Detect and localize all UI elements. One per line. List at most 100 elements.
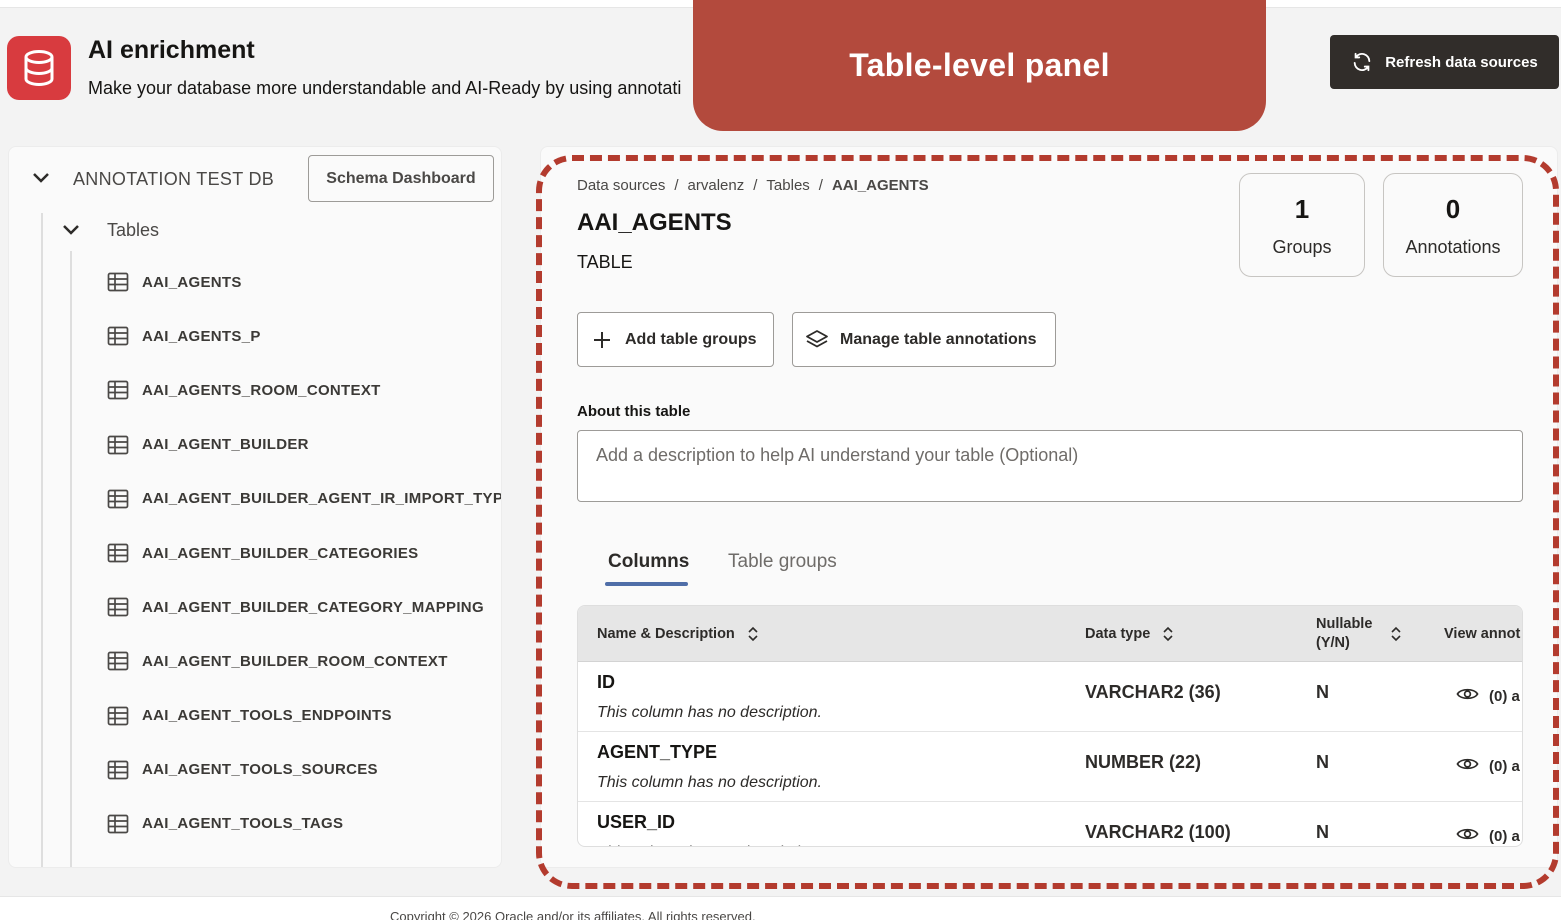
- table-icon: [107, 760, 129, 780]
- sidebar-table-item[interactable]: AAI_AGENTS_P: [107, 309, 501, 363]
- header-data-type[interactable]: Data type: [1085, 606, 1174, 662]
- sidebar-table-label: AAI_AGENT_BUILDER_ROOM_CONTEXT: [142, 652, 448, 670]
- table-icon: [107, 651, 129, 671]
- sidebar-table-label: AAI_AGENTS_P: [142, 327, 261, 345]
- column-nullable: N: [1316, 752, 1329, 772]
- table-icon: [107, 326, 129, 346]
- sidebar-table-label: AAI_AGENT_TOOLS_TAGS: [142, 815, 344, 833]
- sort-icon: [1163, 626, 1173, 642]
- table-icon: [107, 597, 129, 617]
- sidebar-table-label: AAI_AGENT_BUILDER_AGENT_IR_IMPORT_TYP: [142, 490, 502, 508]
- schema-dashboard-button[interactable]: Schema Dashboard: [308, 155, 494, 202]
- breadcrumb-current: AAI_AGENTS: [831, 177, 929, 194]
- column-nullable: N: [1316, 822, 1329, 842]
- header-view-annotations[interactable]: View annot: [1444, 606, 1520, 662]
- layers-icon: [806, 329, 828, 347]
- annotation-count: (0) a: [1489, 687, 1520, 705]
- annotation-count: (0) a: [1489, 757, 1520, 775]
- refresh-icon: [1353, 52, 1371, 72]
- table-icon: [107, 543, 129, 563]
- header-nullable-line1: Nullable: [1316, 616, 1373, 632]
- table-icon: [107, 706, 129, 726]
- page-title: AI enrichment: [88, 36, 255, 64]
- tree-guide: [70, 251, 72, 867]
- schema-tree-panel: ANNOTATION TEST DB Schema Dashboard Tabl…: [8, 146, 502, 868]
- header-name-description[interactable]: Name & Description: [597, 606, 759, 662]
- sidebar-table-item[interactable]: AAI_AGENT_BUILDER_CATEGORY_MAPPING: [107, 580, 501, 634]
- view-annotations-link[interactable]: (0) a: [1456, 826, 1520, 846]
- refresh-data-sources-button[interactable]: Refresh data sources: [1330, 35, 1559, 89]
- table-list: AAI_AGENTS AAI_AGENTS_P AAI_AGENTS_ROOM_CO…: [107, 255, 502, 867]
- sidebar-table-label: AAI_AGENTS: [142, 273, 242, 291]
- table-row[interactable]: AGENT_TYPE This column has no description…: [578, 732, 1522, 802]
- view-annotations-link[interactable]: (0) a: [1456, 686, 1520, 706]
- table-description-input[interactable]: [577, 430, 1523, 502]
- sidebar-table-item[interactable]: AAI_AGENT_TOOLS_ENDPOINTS: [107, 689, 501, 743]
- annotations-stat-card[interactable]: 0 Annotations: [1383, 173, 1523, 277]
- column-nullable: N: [1316, 682, 1329, 702]
- database-icon: [7, 36, 71, 100]
- about-table-label: About this table: [577, 403, 691, 420]
- chevron-down-icon[interactable]: [61, 223, 81, 237]
- sidebar-table-item[interactable]: AAI_AGENT_TOOLS_SOURCES: [107, 743, 501, 797]
- eye-icon: [1456, 826, 1479, 846]
- header-type-label: Data type: [1085, 626, 1151, 642]
- groups-stat-card[interactable]: 1 Groups: [1239, 173, 1365, 277]
- table-type: TABLE: [577, 252, 633, 272]
- grid-header: Name & Description Data type Nullable (Y/…: [578, 606, 1522, 662]
- table-row[interactable]: ID This column has no description. VARCHAR…: [578, 662, 1522, 732]
- breadcrumb-tables[interactable]: Tables: [766, 177, 809, 194]
- annotations-count: 0: [1445, 194, 1461, 224]
- column-name: AGENT_TYPE: [597, 742, 718, 762]
- sidebar-table-item[interactable]: AAI_AGENTS: [107, 255, 501, 309]
- header-nullable-line2: (Y/N): [1316, 635, 1350, 651]
- sidebar-table-label: AAI_AGENT_BUILDER_CATEGORIES: [142, 544, 419, 562]
- sidebar-table-item[interactable]: AAI_AGENT_BUILDER_ROOM_CONTEXT: [107, 634, 501, 688]
- footer: Copyright © 2026 Oracle and/or its affil…: [0, 896, 1561, 920]
- header-nullable[interactable]: Nullable (Y/N): [1316, 606, 1402, 662]
- table-detail-panel: Data sources / arvalenz / Tables / AAI_AGENTS …: [540, 146, 1558, 868]
- column-description: This column has no description.: [597, 774, 822, 791]
- table-title: AAI_AGENTS: [577, 209, 732, 236]
- sidebar-table-label: AAI_AGENT_TOOLS_ENDPOINTS: [142, 707, 392, 725]
- sort-icon: [1391, 626, 1401, 642]
- view-annotations-link[interactable]: (0) a: [1456, 756, 1520, 776]
- tables-node-label[interactable]: Tables: [107, 220, 159, 241]
- tab-columns[interactable]: Columns: [608, 551, 689, 573]
- callout-label: Table-level panel: [849, 47, 1110, 83]
- columns-grid: Name & Description Data type Nullable (Y/…: [577, 605, 1523, 847]
- chevron-down-icon[interactable]: [31, 171, 51, 185]
- column-description: This column has no description.: [597, 844, 822, 846]
- column-description: This column has no description.: [597, 704, 822, 721]
- groups-count: 1: [1294, 194, 1310, 224]
- breadcrumb: Data sources / arvalenz / Tables / AAI_AGENTS: [577, 177, 929, 194]
- table-icon: [107, 814, 129, 834]
- column-data-type: NUMBER (22): [1085, 752, 1202, 772]
- manage-annotations-label: Manage table annotations: [840, 330, 1037, 348]
- tab-table-groups[interactable]: Table groups: [728, 551, 837, 573]
- add-table-groups-label: Add table groups: [625, 330, 757, 348]
- annotations-label: Annotations: [1405, 237, 1501, 257]
- sidebar-table-label: AAI_AGENTS_ROOM_CONTEXT: [142, 381, 381, 399]
- sidebar-table-label: AAI_AGENT_TOOLS_SOURCES: [142, 761, 378, 779]
- sidebar-table-item[interactable]: AAI_AGENTS_ROOM_CONTEXT: [107, 363, 501, 417]
- sidebar-table-label: AAI_AGENT_BUILDER_CATEGORY_MAPPING: [142, 598, 484, 616]
- manage-table-annotations-button[interactable]: Manage table annotations: [792, 312, 1056, 367]
- eye-icon: [1456, 686, 1479, 706]
- breadcrumb-data-sources[interactable]: Data sources: [577, 177, 665, 194]
- database-name[interactable]: ANNOTATION TEST DB: [73, 169, 274, 190]
- breadcrumb-schema[interactable]: arvalenz: [688, 177, 745, 194]
- table-row[interactable]: USER_ID This column has no description. VA…: [578, 802, 1522, 846]
- add-table-groups-button[interactable]: Add table groups: [577, 312, 774, 367]
- copyright-text: Copyright © 2026 Oracle and/or its affil…: [390, 909, 756, 920]
- sidebar-table-item[interactable]: AAI_AGENT_BUILDER_AGENT_IR_IMPORT_TYP: [107, 472, 502, 526]
- groups-label: Groups: [1272, 237, 1332, 257]
- sidebar-table-item[interactable]: AAI_AGENT_BUILDER: [107, 418, 501, 472]
- table-icon: [107, 489, 129, 509]
- table-icon: [107, 380, 129, 400]
- header-nullable-label: Nullable (Y/N): [1316, 615, 1372, 653]
- sidebar-table-item[interactable]: AAI_AGENT_TYPES: [107, 851, 501, 867]
- sidebar-table-item[interactable]: AAI_AGENT_BUILDER_CATEGORIES: [107, 526, 501, 580]
- sidebar-table-item[interactable]: AAI_AGENT_TOOLS_TAGS: [107, 797, 501, 851]
- active-tab-indicator: [605, 582, 688, 586]
